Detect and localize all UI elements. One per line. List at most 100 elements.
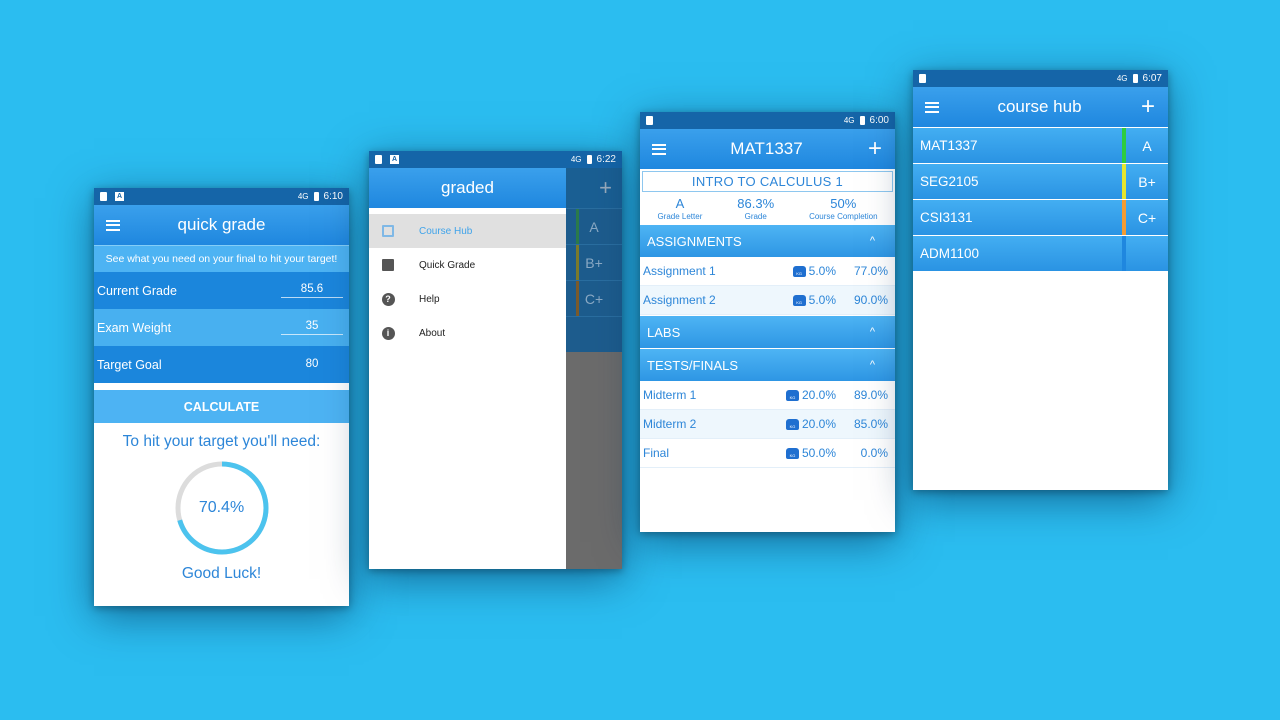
grade-row[interactable]: Midterm 1 KG 20.0% 89.0% xyxy=(640,381,895,410)
status-bar: 4G 6:00 xyxy=(640,112,895,129)
calculate-button[interactable]: CALCULATE xyxy=(94,390,349,423)
result-label: To hit your target you'll need: xyxy=(122,433,321,450)
item-grade: 85.0% xyxy=(853,417,888,431)
weight-value: 50.0% xyxy=(801,446,836,460)
stat-label: Grade Letter xyxy=(657,212,703,221)
menu-icon[interactable] xyxy=(652,143,666,155)
add-icon[interactable]: + xyxy=(1140,95,1156,119)
drawer-item-quick-grade[interactable]: Quick Grade xyxy=(369,248,566,282)
status-time: 6:22 xyxy=(596,154,616,165)
drawer-title: graded xyxy=(369,168,566,208)
target-goal-label: Target Goal xyxy=(97,357,162,372)
section-header-assignments[interactable]: ASSIGNMENTS ^ xyxy=(640,225,895,257)
course-row[interactable]: CSI3131 C+ xyxy=(913,200,1168,235)
section-title: TESTS/FINALS xyxy=(647,357,739,373)
current-grade-input[interactable]: 85.6 xyxy=(281,283,343,298)
drawer-item-course-hub[interactable]: Course Hub xyxy=(369,214,566,248)
exam-weight-label: Exam Weight xyxy=(97,320,172,335)
item-grade: 77.0% xyxy=(853,264,888,278)
status-time: 6:00 xyxy=(869,115,889,126)
course-code: SEG2105 xyxy=(920,174,979,189)
dim-grade-row xyxy=(566,316,622,352)
app-bar: quick grade xyxy=(94,205,349,245)
course-hub-screen: 4G 6:07 course hub + MAT1337 A SEG2105 B+… xyxy=(913,70,1168,490)
grade-color-bar xyxy=(1122,236,1126,271)
add-course-icon: + xyxy=(566,168,622,208)
page-title: quick grade xyxy=(177,215,266,234)
add-icon[interactable]: + xyxy=(867,137,883,161)
course-grade: A xyxy=(1142,137,1152,154)
battery-icon xyxy=(313,192,319,201)
target-goal-input[interactable]: 80 xyxy=(281,358,343,372)
battery-icon xyxy=(859,116,865,125)
current-grade-row: Current Grade 85.6 xyxy=(94,272,349,309)
course-grade: C+ xyxy=(1137,209,1157,226)
app-notification-icon: A xyxy=(115,192,124,201)
status-bar: A 4G 6:10 xyxy=(94,188,349,205)
course-stats: A Grade Letter 86.3% Grade 50% Course Compl… xyxy=(640,192,895,224)
weight-icon: KG xyxy=(785,389,799,401)
dim-grade-row: A xyxy=(566,208,622,244)
drawer-menu: Course Hub Quick Grade ? Help i About xyxy=(369,214,566,350)
item-name: Midterm 2 xyxy=(643,417,697,431)
chevron-up-icon[interactable]: ^ xyxy=(870,326,875,338)
item-name: Assignment 1 xyxy=(643,264,716,278)
section-header-tests[interactable]: TESTS/FINALS ^ xyxy=(640,349,895,381)
grade-row[interactable]: Assignment 2 KG 5.0% 90.0% xyxy=(640,286,895,315)
signal-icon: 4G xyxy=(1116,74,1128,83)
section-header-labs[interactable]: LABS ^ xyxy=(640,316,895,348)
weight-icon: KG xyxy=(792,294,806,306)
stat-value: A xyxy=(675,196,685,211)
item-weight: KG 20.0% xyxy=(780,417,836,431)
drawer-item-about[interactable]: i About xyxy=(369,316,566,350)
sd-card-icon xyxy=(100,192,107,201)
drawer-item-help[interactable]: ? Help xyxy=(369,282,566,316)
nav-drawer: graded Course Hub Quick Grade ? Help i A… xyxy=(369,168,566,569)
progress-ring: 70.4% xyxy=(173,459,271,557)
status-time: 6:07 xyxy=(1142,73,1162,84)
course-row[interactable]: ADM1100 xyxy=(913,236,1168,271)
help-icon: ? xyxy=(381,292,395,306)
dim-grade: A xyxy=(589,218,599,235)
section-title: ASSIGNMENTS xyxy=(647,233,742,249)
grade-row[interactable]: Midterm 2 KG 20.0% 85.0% xyxy=(640,410,895,439)
app-bar: course hub + xyxy=(913,87,1168,127)
weight-value: 5.0% xyxy=(808,293,836,307)
sd-card-icon xyxy=(646,116,653,125)
menu-icon[interactable] xyxy=(106,219,120,231)
grade-row[interactable]: Assignment 1 KG 5.0% 77.0% xyxy=(640,257,895,286)
battery-icon xyxy=(1132,74,1138,83)
status-bar: 4G 6:07 xyxy=(913,70,1168,87)
course-code: MAT1337 xyxy=(920,138,978,153)
course-grade: B+ xyxy=(1138,173,1156,190)
target-goal-row: Target Goal 80 xyxy=(94,346,349,383)
grade-letter-stat: A Grade Letter xyxy=(657,196,702,221)
dim-grade-row: C+ xyxy=(566,280,622,316)
page-title: course hub xyxy=(997,97,1082,116)
exam-weight-input[interactable]: 35 xyxy=(281,320,343,335)
course-code: ADM1100 xyxy=(920,246,980,261)
drawer-item-label: Help xyxy=(419,293,440,305)
grade-row[interactable]: Final KG 50.0% 0.0% xyxy=(640,439,895,468)
course-detail-screen: 4G 6:00 MAT1337 + INTRO TO CALCULUS 1 A Gr… xyxy=(640,112,895,532)
list-icon xyxy=(381,224,395,238)
item-weight: KG 20.0% xyxy=(780,388,836,402)
dimmed-content[interactable]: + A B+ C+ xyxy=(566,168,622,569)
chevron-up-icon[interactable]: ^ xyxy=(870,359,875,371)
item-name: Midterm 1 xyxy=(643,388,697,402)
quick-grade-screen: A 4G 6:10 quick grade See what you need o… xyxy=(94,188,349,606)
signal-icon: 4G xyxy=(570,155,582,164)
sd-card-icon xyxy=(375,155,382,164)
chevron-up-icon[interactable]: ^ xyxy=(870,235,875,247)
sd-card-icon xyxy=(919,74,926,83)
app-bar: MAT1337 + xyxy=(640,129,895,169)
status-time: 6:10 xyxy=(323,191,343,202)
result-percent: 70.4% xyxy=(198,499,245,516)
item-grade: 90.0% xyxy=(853,293,888,307)
menu-icon[interactable] xyxy=(925,101,939,113)
course-row[interactable]: MAT1337 A xyxy=(913,128,1168,163)
signal-icon: 4G xyxy=(843,116,855,125)
course-row[interactable]: SEG2105 B+ xyxy=(913,164,1168,199)
weight-icon: KG xyxy=(785,418,799,430)
stat-label: Grade xyxy=(744,212,767,221)
